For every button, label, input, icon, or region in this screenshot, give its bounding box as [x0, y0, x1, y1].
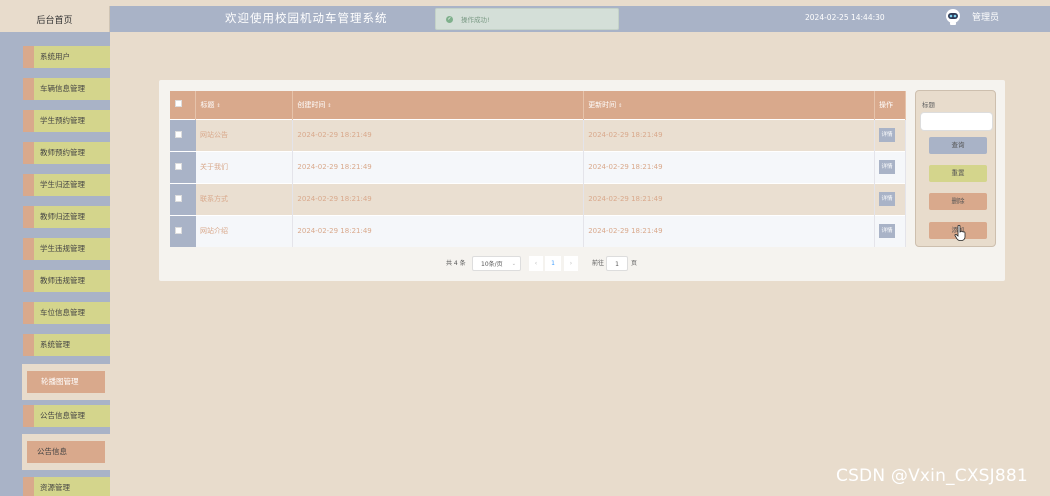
column-title-label: 标题 [200, 100, 215, 109]
row-updated: 2024-02-29 18:21:49 [583, 150, 875, 183]
goto-page-input[interactable]: 1 [606, 256, 628, 271]
row-checkbox[interactable] [175, 130, 182, 138]
user-name[interactable]: 管理员 [972, 6, 999, 32]
sort-icon[interactable]: ⇕ [327, 103, 331, 109]
sidebar-item-vehicle-info[interactable]: 车辆信息管理 [23, 78, 110, 100]
prev-page-button[interactable]: ‹ [529, 256, 543, 271]
sidebar-item-student-reservation[interactable]: 学生预约管理 [23, 110, 110, 132]
search-panel: 标题 查询 重置 删除 添加 [915, 90, 996, 247]
row-title: 关于我们 [195, 150, 294, 183]
detail-button[interactable]: 详情 [878, 128, 895, 142]
table-row: 关于我们 2024-02-29 18:21:49 2024-02-29 18:2… [170, 150, 907, 183]
page-size-value: 10条/页 [481, 261, 503, 268]
current-datetime: 2024-02-25 14:44:30 [805, 13, 885, 22]
robot-avatar-icon[interactable] [944, 8, 962, 26]
sidebar-item-student-violation[interactable]: 学生违规管理 [23, 238, 110, 260]
detail-button[interactable]: 详情 [878, 160, 895, 174]
check-icon: ✓ [446, 15, 453, 23]
reset-button[interactable]: 重置 [929, 165, 987, 182]
column-created[interactable]: 创建时间 ⇕ [292, 91, 585, 119]
data-table: 标题 ⇕ 创建时间 ⇕ 更新时间 ⇕ 操作 网站公告 2024-02-29 18:21… [170, 91, 907, 247]
sidebar-item-parking-info[interactable]: 车位信息管理 [23, 302, 110, 324]
row-updated: 2024-02-29 18:21:49 [583, 214, 875, 247]
row-action-cell: 详情 [874, 182, 907, 215]
goto-label: 前往 [592, 260, 605, 267]
sidebar-item-system-management[interactable]: 系统管理 [23, 334, 110, 356]
row-select-cell [170, 150, 196, 183]
column-action: 操作 [874, 91, 907, 119]
home-tab[interactable]: 后台首页 [0, 6, 110, 32]
row-title: 网站公告 [195, 118, 294, 151]
sidebar-item-teacher-return[interactable]: 教师归还管理 [23, 206, 110, 228]
row-title: 联系方式 [195, 182, 294, 215]
sort-icon[interactable]: ⇕ [618, 103, 622, 109]
page-size-select[interactable]: 10条/页 ⌄ [472, 256, 521, 271]
sidebar-item-notice-management[interactable]: 公告信息管理 [23, 405, 110, 427]
column-created-label: 创建时间 [297, 100, 326, 109]
column-title[interactable]: 标题 ⇕ [195, 91, 294, 119]
sidebar-item-teacher-violation[interactable]: 教师违规管理 [23, 270, 110, 292]
detail-button[interactable]: 详情 [878, 224, 895, 239]
submenu-notice: 公告信息 [22, 434, 110, 470]
pagination-total: 共 4 条 [446, 260, 466, 267]
page-unit-label: 页 [631, 260, 638, 267]
row-created: 2024-02-29 18:21:49 [292, 118, 585, 151]
delete-button[interactable]: 删除 [929, 193, 987, 210]
page-number-current[interactable]: 1 [545, 256, 561, 271]
column-updated-label: 更新时间 [588, 100, 617, 109]
query-button[interactable]: 查询 [929, 137, 987, 154]
next-page-button[interactable]: › [564, 256, 578, 271]
table-row: 联系方式 2024-02-29 18:21:49 2024-02-29 18:2… [170, 182, 907, 215]
select-all-checkbox[interactable] [175, 100, 182, 108]
row-checkbox[interactable] [175, 194, 182, 202]
column-updated[interactable]: 更新时间 ⇕ [583, 91, 875, 119]
row-created: 2024-02-29 18:21:49 [292, 150, 585, 183]
row-updated: 2024-02-29 18:21:49 [583, 182, 875, 215]
sort-icon[interactable]: ⇕ [216, 103, 220, 109]
row-updated: 2024-02-29 18:21:49 [583, 118, 875, 151]
search-title-input[interactable] [920, 112, 993, 131]
row-created: 2024-02-29 18:21:49 [292, 214, 585, 247]
table-row: 网站公告 2024-02-29 18:21:49 2024-02-29 18:2… [170, 118, 907, 151]
sidebar-item-system-users[interactable]: 系统用户 [23, 46, 110, 68]
row-action-cell: 详情 [874, 150, 907, 183]
row-checkbox[interactable] [175, 226, 182, 234]
sidebar-item-notice[interactable]: 公告信息 [27, 441, 105, 463]
detail-button[interactable]: 详情 [878, 192, 895, 206]
select-all-cell [170, 91, 197, 119]
home-tab-label: 后台首页 [36, 15, 73, 26]
table-row: 网站介绍 2024-02-29 18:21:49 2024-02-29 18:2… [170, 214, 907, 247]
search-title-label: 标题 [922, 101, 935, 109]
watermark-text: CSDN @Vxin_CXSJ881 [836, 466, 1028, 486]
column-action-label: 操作 [878, 100, 893, 109]
row-checkbox[interactable] [175, 162, 182, 170]
toast-message: 操作成功! [461, 16, 490, 24]
row-created: 2024-02-29 18:21:49 [292, 182, 585, 215]
success-toast: ✓ 操作成功! [435, 8, 619, 30]
submenu-carousel: 轮播图管理 [22, 364, 110, 400]
row-action-cell: 详情 [874, 118, 907, 151]
row-title: 网站介绍 [195, 214, 294, 247]
sidebar-item-student-return[interactable]: 学生归还管理 [23, 174, 110, 196]
row-select-cell [170, 182, 196, 215]
row-action-cell: 详情 [874, 214, 907, 247]
chevron-down-icon: ⌄ [511, 261, 516, 267]
system-title: 欢迎使用校园机动车管理系统 [225, 11, 388, 25]
sidebar-item-carousel[interactable]: 轮播图管理 [27, 371, 105, 393]
row-select-cell [170, 118, 196, 151]
table-header-row: 标题 ⇕ 创建时间 ⇕ 更新时间 ⇕ 操作 [170, 91, 907, 119]
hand-cursor-icon [954, 225, 966, 241]
sidebar-item-teacher-reservation[interactable]: 教师预约管理 [23, 142, 110, 164]
row-select-cell [170, 214, 196, 247]
sidebar-item-resource-management[interactable]: 资源管理 [23, 477, 110, 496]
